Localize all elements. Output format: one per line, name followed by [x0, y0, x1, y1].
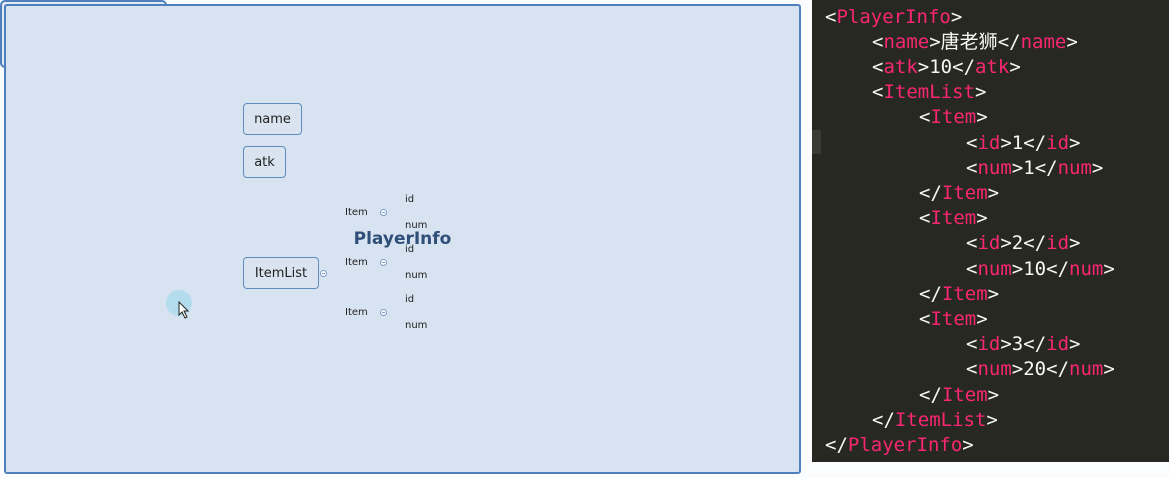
code-line: <Item>	[919, 106, 988, 129]
code-line: </Item>	[919, 383, 1000, 406]
collapse-icon[interactable]	[320, 270, 327, 277]
item-node-2[interactable]: Item	[345, 257, 368, 268]
node-name[interactable]: name	[243, 103, 302, 135]
code-line: <num>10</num>	[966, 257, 1115, 280]
code-line: <id>3</id>	[966, 333, 1081, 356]
code-line: <PlayerInfo>	[825, 5, 963, 28]
item-1-field-id[interactable]: id	[405, 194, 414, 205]
item-3-field-num[interactable]: num	[405, 320, 427, 331]
item-2-field-id[interactable]: id	[405, 244, 414, 255]
mind-map: PlayerInfo name atk ItemList Item id num…	[0, 0, 805, 478]
node-itemlist[interactable]: ItemList	[243, 257, 319, 289]
collapse-icon[interactable]	[380, 259, 387, 266]
current-line-marker	[812, 130, 821, 154]
code-line: <num>1</num>	[966, 156, 1104, 179]
collapse-icon[interactable]	[380, 209, 387, 216]
item-1-field-num[interactable]: num	[405, 220, 427, 231]
code-line: <Item>	[919, 307, 988, 330]
item-node-3[interactable]: Item	[345, 307, 368, 318]
node-atk[interactable]: atk	[243, 146, 286, 178]
collapse-icon[interactable]	[380, 309, 387, 316]
code-line: <Item>	[919, 207, 988, 230]
code-line: <atk>10</atk>	[872, 55, 1021, 78]
code-editor[interactable]: <PlayerInfo> <name>唐老狮</name> <atk>10</atk…	[812, 0, 1169, 462]
code-line: <id>1</id>	[966, 131, 1081, 154]
item-3-field-id[interactable]: id	[405, 294, 414, 305]
code-line: <id>2</id>	[966, 232, 1081, 255]
code-line: <name>唐老狮</name>	[872, 30, 1078, 53]
editor-bottom-margin	[812, 462, 1169, 478]
root-node[interactable]: PlayerInfo	[0, 0, 801, 474]
code-line: </ItemList>	[872, 408, 998, 431]
code-line: <ItemList>	[872, 81, 987, 104]
item-2-field-num[interactable]: num	[405, 270, 427, 281]
code-line: </PlayerInfo>	[825, 433, 974, 456]
item-node-1[interactable]: Item	[345, 207, 368, 218]
pointer-icon	[178, 301, 190, 319]
code-line: </Item>	[919, 181, 1000, 204]
root-node-label: PlayerInfo	[4, 4, 801, 474]
code-line: </Item>	[919, 282, 1000, 305]
code-line: <num>20</num>	[966, 358, 1115, 381]
